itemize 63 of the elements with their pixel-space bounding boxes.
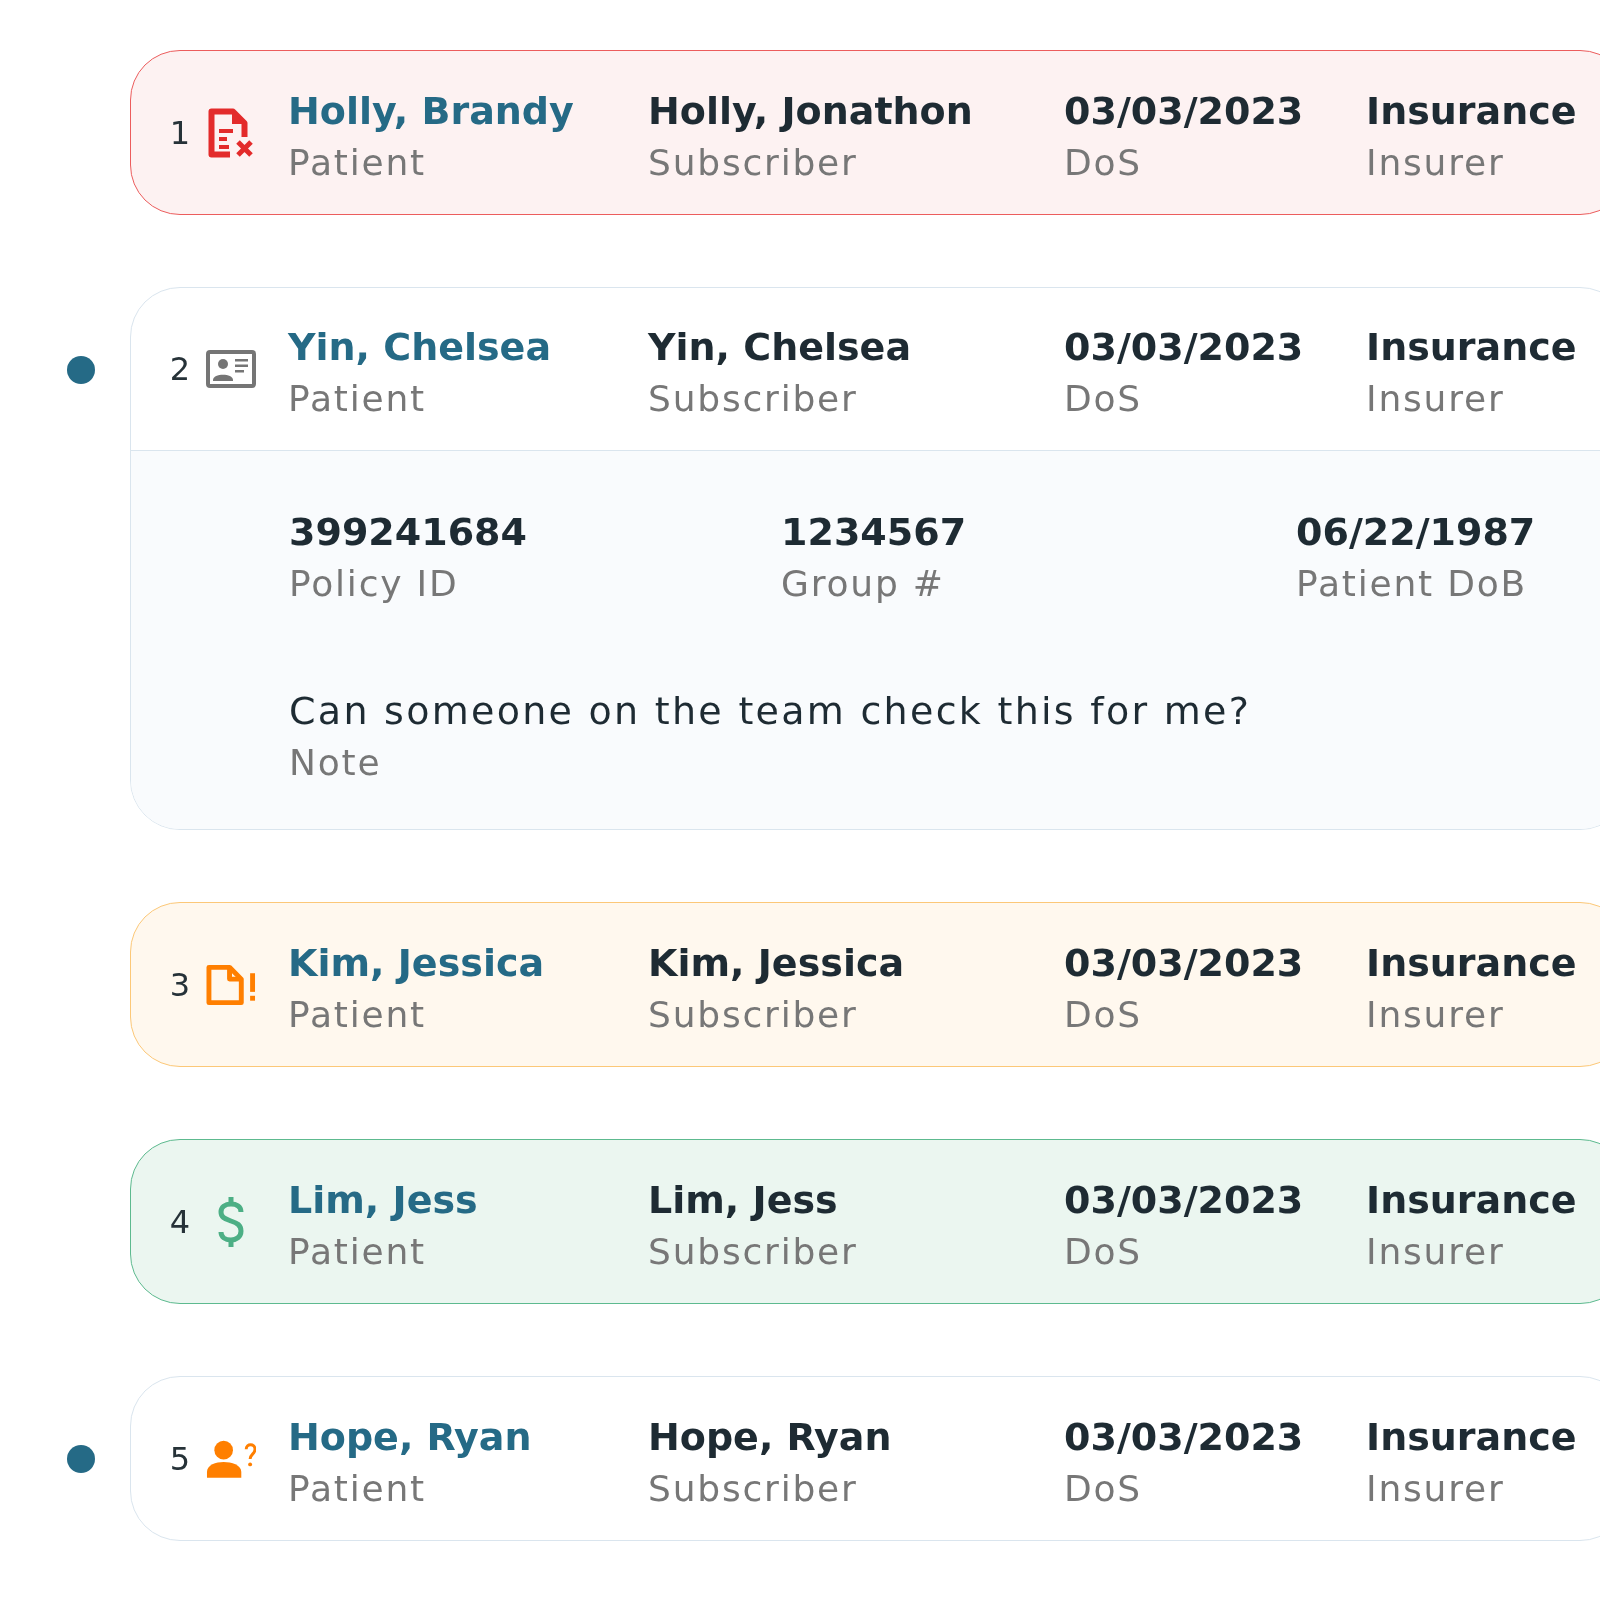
field-value: 399241684	[289, 509, 527, 556]
document-exclamation-icon	[206, 963, 256, 1006]
field-value: Kim, Jessica	[288, 939, 545, 987]
field-value: Insurance	[1366, 1413, 1577, 1461]
field-value: 03/03/2023	[1064, 1176, 1304, 1224]
field-value: Lim, Jess	[288, 1176, 478, 1224]
field-label: Insurer	[1366, 1466, 1505, 1511]
field-value: 06/22/1987	[1296, 509, 1536, 556]
row-number: 1	[168, 112, 192, 153]
record-card[interactable]: 1 Holly, Brandy Patient Holly, Jonathon Subscriber 03/03/2023 DoS Insurance Insurer	[130, 50, 1600, 215]
row-number: 5	[168, 1438, 192, 1479]
field-label: Insurer	[1366, 992, 1505, 1037]
field-value: Insurance	[1366, 87, 1577, 135]
record-card[interactable]: 2 Yin, Chelsea Patient Yin, Chelsea Subscriber 03/03/2023 DoS Insurance Insurer 399241684 Policy ID 1234567 Group # 06/22/1987 Patient DoB Can someone on the team check this for me? Note	[130, 287, 1600, 830]
field-value: Insurance	[1366, 939, 1577, 987]
field-value: 1234567	[781, 509, 967, 556]
field-value: 03/03/2023	[1064, 1413, 1304, 1461]
field-label: Note	[289, 741, 382, 785]
record-card[interactable]: 5 Hope, Ryan Patient Hope, Ryan Subscriber 03/03/2023 DoS Insurance Insurer	[130, 1376, 1600, 1541]
note-text: Can someone on the team check this for me?	[289, 688, 1252, 735]
field-value: 03/03/2023	[1064, 324, 1304, 371]
row-number: 2	[168, 349, 192, 389]
field-value: Insurance	[1366, 324, 1577, 371]
field-label: Patient	[288, 1466, 426, 1511]
field-label: Subscriber	[648, 140, 858, 185]
field-label: Subscriber	[648, 1466, 858, 1511]
row-number: 4	[168, 1201, 192, 1242]
row-number: 3	[168, 964, 192, 1005]
field-value: Holly, Brandy	[288, 87, 574, 135]
field-label: Patient	[288, 992, 426, 1037]
field-value: Holly, Jonathon	[648, 87, 973, 135]
field-label: Subscriber	[648, 1229, 858, 1274]
field-value: 03/03/2023	[1064, 939, 1304, 987]
document-x-icon	[207, 107, 255, 158]
field-value: Insurance	[1366, 1176, 1577, 1224]
field-label: Insurer	[1366, 377, 1505, 421]
field-label: Insurer	[1366, 1229, 1505, 1274]
person-question-icon	[206, 1439, 256, 1478]
dollar-icon	[216, 1195, 246, 1248]
record-card[interactable]: 4 Lim, Jess Patient Lim, Jess Subscriber 03/03/2023 DoS Insurance Insurer	[130, 1139, 1600, 1304]
record-card[interactable]: 3 Kim, Jessica Patient Kim, Jessica Subscriber 03/03/2023 DoS Insurance Insurer	[130, 902, 1600, 1067]
field-label: DoS	[1064, 1466, 1142, 1511]
field-label: Patient	[288, 1229, 426, 1274]
field-label: Patient DoB	[1296, 562, 1528, 606]
field-value: Lim, Jess	[648, 1176, 838, 1224]
field-label: Patient	[288, 377, 426, 421]
field-label: Group #	[781, 562, 945, 606]
field-label: Subscriber	[648, 992, 858, 1037]
field-label: Policy ID	[289, 562, 459, 606]
field-label: Subscriber	[648, 377, 858, 421]
field-label: DoS	[1064, 140, 1142, 185]
field-value: 03/03/2023	[1064, 87, 1304, 135]
field-label: DoS	[1064, 992, 1142, 1037]
field-value: Yin, Chelsea	[288, 324, 552, 371]
id-card-icon	[206, 350, 256, 388]
field-value: Hope, Ryan	[288, 1413, 532, 1461]
field-label: Patient	[288, 140, 426, 185]
field-label: DoS	[1064, 377, 1142, 421]
field-label: DoS	[1064, 1229, 1142, 1274]
field-value: Kim, Jessica	[648, 939, 905, 987]
field-value: Yin, Chelsea	[648, 324, 912, 371]
field-label: Insurer	[1366, 140, 1505, 185]
field-value: Hope, Ryan	[648, 1413, 892, 1461]
